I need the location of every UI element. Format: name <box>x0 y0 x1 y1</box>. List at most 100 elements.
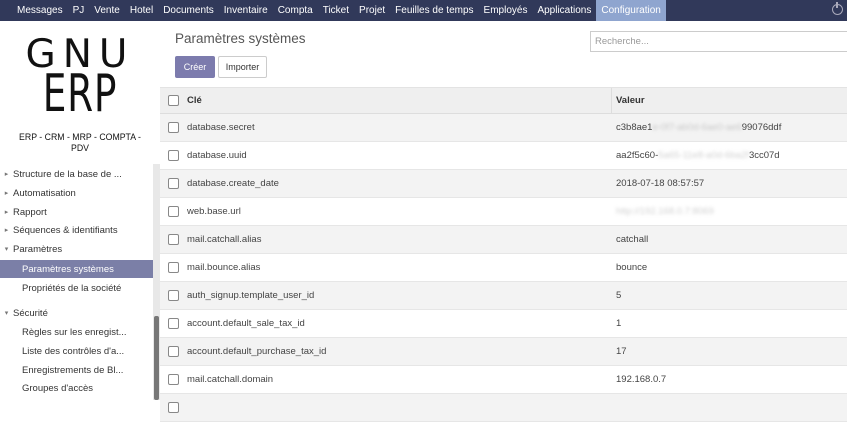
table-row[interactable]: account.default_sale_tax_id 1 <box>160 310 847 338</box>
row-checkbox[interactable] <box>168 206 179 217</box>
column-separator <box>611 88 612 115</box>
sidebar: GNU ERP ERP - CRM - MRP - COMPTA - PDV ▸… <box>0 21 160 400</box>
row-value-end: 99076ddf <box>741 122 782 133</box>
row-key: account.default_purchase_tax_id <box>187 346 327 357</box>
table-header: Clé Valeur <box>160 87 847 115</box>
table-row[interactable]: auth_signup.template_user_id 5 <box>160 282 847 310</box>
sidebar-item-label: Sécurité <box>13 307 48 319</box>
row-checkbox[interactable] <box>168 318 179 329</box>
row-checkbox[interactable] <box>168 290 179 301</box>
sidebar-item-label: Automatisation <box>13 187 76 199</box>
row-value: c3b8ae1e-0f7-ab0d-6ae0-ae699076ddf <box>616 122 781 133</box>
top-menu-item[interactable]: Ticket <box>318 0 354 21</box>
top-menu-item[interactable]: Messages <box>12 0 68 21</box>
row-key: account.default_sale_tax_id <box>187 318 305 329</box>
row-value: catchall <box>616 234 648 245</box>
row-value-hidden: 5a65-11e8-a0d-6ba2f <box>658 150 749 161</box>
row-checkbox[interactable] <box>168 150 179 161</box>
import-button[interactable]: Importer <box>218 56 267 78</box>
column-header-key[interactable]: Clé <box>187 95 202 106</box>
caret-right-icon: ▸ <box>4 227 9 234</box>
row-value: 17 <box>616 346 627 357</box>
sidebar-scrollbar[interactable] <box>153 164 160 400</box>
select-all-checkbox[interactable] <box>168 95 179 106</box>
sidebar-item-label: Liste des contrôles d'a... <box>22 345 125 357</box>
sidebar-item-label: Propriétés de la société <box>22 282 122 294</box>
top-menu-item[interactable]: PJ <box>68 0 90 21</box>
caret-right-icon: ▸ <box>4 171 9 178</box>
top-menu-item[interactable]: Applications <box>532 0 596 21</box>
row-key: mail.catchall.domain <box>187 374 274 385</box>
table-row[interactable]: mail.catchall.domain 192.168.0.7 <box>160 366 847 394</box>
sidebar-item-label: Séquences & identifiants <box>13 224 118 236</box>
table-row[interactable]: database.create_date 2018-07-18 08:57:57 <box>160 170 847 198</box>
top-menu-item[interactable]: Configuration <box>596 0 666 21</box>
sidebar-item[interactable]: Règles sur les enregist... <box>0 323 153 341</box>
table-row[interactable]: database.secret c3b8ae1e-0f7-ab0d-6ae0-ae… <box>160 114 847 142</box>
sidebar-item-label: Paramètres systèmes <box>22 263 114 275</box>
row-key: database.uuid <box>187 150 247 161</box>
search-input[interactable]: Recherche... <box>590 31 847 52</box>
top-menu-item[interactable]: Projet <box>354 0 390 21</box>
row-checkbox[interactable] <box>168 374 179 385</box>
row-value-start: 5 <box>616 290 622 301</box>
row-checkbox[interactable] <box>168 122 179 133</box>
top-menu-item[interactable]: Vente <box>89 0 125 21</box>
row-value-start: 17 <box>616 346 627 357</box>
sidebar-item-label: Groupes d'accès <box>22 382 93 394</box>
row-value: 1 <box>616 318 621 329</box>
row-checkbox[interactable] <box>168 178 179 189</box>
row-key: database.create_date <box>187 178 279 189</box>
table-row[interactable]: mail.bounce.alias bounce <box>160 254 847 282</box>
sidebar-item[interactable]: Paramètres systèmes <box>0 260 153 278</box>
logo-erp-text: ERP <box>42 64 118 124</box>
power-icon[interactable] <box>832 2 843 15</box>
sidebar-item[interactable]: Propriétés de la société <box>0 279 153 297</box>
top-menu-bar: Messages PJ Vente Hotel Documents Inventaire C… <box>0 0 847 21</box>
row-value: 192.168.0.7 <box>616 374 666 385</box>
sidebar-item[interactable]: ▾ Sécurité <box>0 304 153 322</box>
row-value-start: catchall <box>616 234 649 245</box>
logo-tagline: ERP - CRM - MRP - COMPTA - PDV <box>19 132 141 154</box>
sidebar-item[interactable]: Enregistrements de Bl... <box>0 361 153 379</box>
row-value-start: 1 <box>616 318 622 329</box>
sidebar-item[interactable]: ▸ Rapport <box>0 203 153 221</box>
top-menu: Messages PJ Vente Hotel Documents Inventaire C… <box>0 0 666 21</box>
table-row[interactable]: mail.catchall.alias catchall <box>160 226 847 254</box>
sidebar-item-label: Règles sur les enregist... <box>22 326 127 338</box>
sidebar-item[interactable]: ▸ Séquences & identifiants <box>0 221 153 239</box>
row-value: 2018-07-18 08:57:57 <box>616 178 704 189</box>
create-button[interactable]: Créer <box>175 56 215 78</box>
top-menu-item[interactable]: Documents <box>158 0 219 21</box>
row-value-start: 2018-07-18 08:57:57 <box>616 178 705 189</box>
top-menu-item[interactable]: Hotel <box>125 0 158 21</box>
sidebar-item[interactable]: Groupes d'accès <box>0 379 153 397</box>
sidebar-item-label: Structure de la base de ... <box>13 168 122 180</box>
sidebar-item-label: Rapport <box>13 206 47 218</box>
sidebar-item-label: Enregistrements de Bl... <box>22 364 124 376</box>
top-menu-item[interactable]: Feuilles de temps <box>390 0 478 21</box>
column-header-value[interactable]: Valeur <box>616 95 645 106</box>
row-checkbox[interactable] <box>168 234 179 245</box>
table-row[interactable]: database.uuid aa2f5c60-5a65-11e8-a0d-6ba2… <box>160 142 847 170</box>
row-key: mail.catchall.alias <box>187 234 262 245</box>
row-checkbox[interactable] <box>168 346 179 357</box>
table-row[interactable]: web.base.url http://192.168.0.7:8069 <box>160 198 847 226</box>
top-menu-item[interactable]: Employés <box>479 0 533 21</box>
sidebar-item-label: Paramètres <box>13 243 63 255</box>
table-row[interactable] <box>160 394 847 422</box>
sidebar-item[interactable]: ▸ Automatisation <box>0 184 153 202</box>
row-key: database.secret <box>187 122 255 133</box>
caret-right-icon: ▸ <box>4 190 9 197</box>
row-checkbox[interactable] <box>168 402 179 413</box>
sidebar-scrollbar-thumb[interactable] <box>154 316 159 400</box>
caret-down-icon: ▾ <box>4 310 9 317</box>
top-menu-item[interactable]: Compta <box>273 0 318 21</box>
row-checkbox[interactable] <box>168 262 179 273</box>
sidebar-item[interactable]: ▸ Structure de la base de ... <box>0 165 153 183</box>
sidebar-item[interactable]: Liste des contrôles d'a... <box>0 342 153 360</box>
sidebar-item[interactable]: ▾ Paramètres <box>0 240 153 258</box>
table-row[interactable]: account.default_purchase_tax_id 17 <box>160 338 847 366</box>
top-menu-item[interactable]: Inventaire <box>219 0 273 21</box>
page-title: Paramètres systèmes <box>175 31 306 46</box>
